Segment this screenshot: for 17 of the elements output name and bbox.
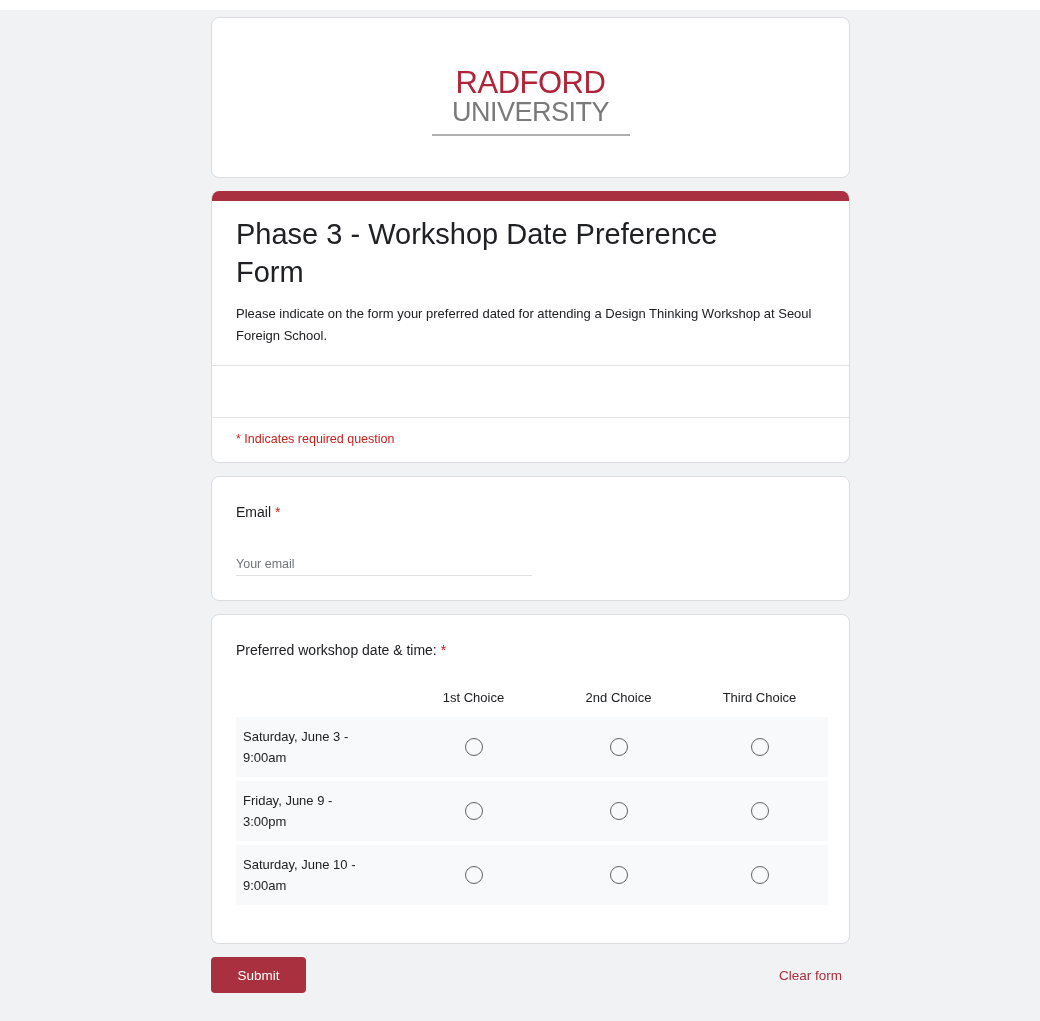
required-mark: * xyxy=(275,504,281,520)
column-header: 1st Choice xyxy=(442,690,505,705)
form-title: Phase 3 - Workshop Date Preference Form xyxy=(236,217,719,290)
question-label: Preferred workshop date & time: xyxy=(236,642,437,658)
column-header: Third Choice xyxy=(722,690,797,705)
logo-text: UNIVERSITY xyxy=(452,97,609,126)
submit-button[interactable]: Submit xyxy=(211,957,306,993)
logo-text: RADFORD xyxy=(455,67,606,98)
clear-form-link[interactable]: Clear form xyxy=(779,967,850,983)
required-mark: * xyxy=(440,642,447,658)
form-description: Please indicate on the form your preferred dated for attending a Design Thinking Workshop at Seoul Foreign School. xyxy=(236,305,813,345)
row-label: Saturday, June 3 - 9:00am xyxy=(243,728,350,767)
row-label: Saturday, June 10 - 9:00am xyxy=(243,856,357,895)
row-label: Friday, June 9 - 3:00pm xyxy=(243,792,334,831)
required-note: * Indicates required question xyxy=(235,431,396,448)
question-label: Email xyxy=(236,504,271,520)
column-header: 2nd Choice xyxy=(585,690,652,705)
